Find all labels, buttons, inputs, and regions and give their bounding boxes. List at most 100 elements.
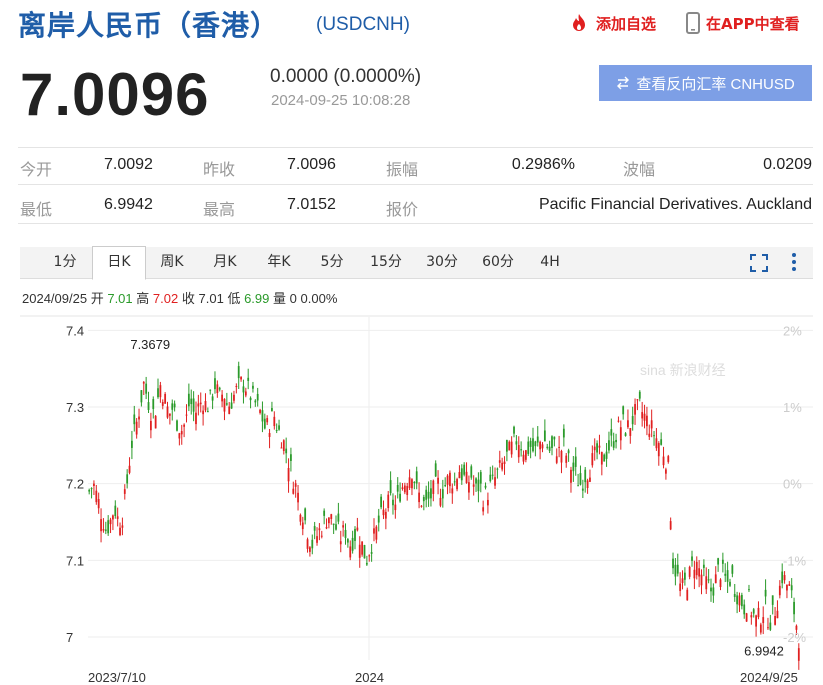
- y-tick-label: 7.2: [66, 477, 84, 492]
- candle-body: [285, 448, 288, 454]
- view-in-app-button[interactable]: 在APP中查看: [686, 12, 800, 34]
- candle-body: [370, 552, 373, 554]
- tab-weekly[interactable]: 周K: [148, 247, 196, 278]
- tab-30min[interactable]: 30分: [416, 247, 468, 278]
- candle-body: [458, 472, 461, 479]
- add-favorite-button[interactable]: 添加自选: [568, 12, 656, 34]
- ohlc-date: 2024/09/25: [22, 291, 88, 306]
- candle-body: [636, 399, 639, 401]
- candle-body: [185, 414, 188, 416]
- fullscreen-icon[interactable]: [750, 254, 768, 272]
- candle-body: [145, 383, 148, 394]
- candle-body: [586, 480, 589, 488]
- y-tick-pct-label: -1%: [783, 553, 807, 568]
- flame-icon: [573, 14, 585, 31]
- tab-15min[interactable]: 15分: [360, 247, 412, 278]
- candle-body: [655, 438, 658, 449]
- candle-body: [164, 393, 167, 404]
- reverse-rate-button[interactable]: 查看反向汇率 CNHUSD: [599, 65, 812, 101]
- candlestick-chart[interactable]: sina 新浪财经 7.4 2% 7.3 1% 7.2 0% 7.1 -1% 7 -2% 7.367…: [0, 315, 823, 685]
- tab-4h[interactable]: 4H: [528, 247, 572, 278]
- candle-body: [380, 496, 383, 508]
- open-label: 今开: [20, 160, 53, 179]
- candle-body: [242, 386, 245, 393]
- candle-body: [214, 378, 216, 390]
- candle-body: [527, 441, 530, 454]
- tab-1min[interactable]: 1分: [42, 247, 88, 278]
- candle-body: [287, 467, 290, 482]
- candle-body: [653, 435, 655, 437]
- candle-body: [505, 440, 508, 452]
- candle-body: [382, 509, 385, 516]
- ohlc-high: 7.02: [152, 291, 179, 306]
- candle-body: [667, 456, 670, 462]
- tab-monthly[interactable]: 月K: [200, 247, 250, 278]
- candle-body: [463, 464, 466, 475]
- candle-body: [781, 571, 784, 584]
- tab-5min[interactable]: 5分: [308, 247, 356, 278]
- candle-body: [180, 431, 183, 435]
- candle-body: [420, 505, 423, 507]
- candle-body: [681, 578, 684, 583]
- tab-yearly[interactable]: 年K: [254, 247, 304, 278]
- candle-body: [491, 474, 494, 476]
- candle-body: [560, 450, 563, 463]
- high-label: 最高: [203, 200, 236, 219]
- candle-body: [591, 453, 594, 466]
- candle-body: [235, 385, 238, 387]
- candle-body: [529, 440, 532, 447]
- candle-body: [268, 432, 271, 437]
- candle-body: [152, 399, 155, 409]
- x-tick-label: 2024/9/25: [740, 670, 798, 685]
- candle-body: [271, 408, 273, 412]
- candle-body: [472, 484, 475, 487]
- candle-body: [346, 539, 349, 543]
- candle-body: [339, 541, 342, 545]
- candle-body: [584, 469, 587, 483]
- open-value: 7.0092: [104, 156, 153, 173]
- candle-body: [456, 479, 458, 490]
- candle-body: [266, 418, 269, 423]
- low-label: 最低: [20, 200, 53, 219]
- candle-body: [660, 439, 663, 445]
- candle-body: [769, 622, 772, 630]
- candle-body: [489, 474, 492, 482]
- candle-body: [650, 420, 653, 429]
- candle-body: [114, 505, 117, 517]
- price-change: 0.0000 (0.0000%): [270, 66, 422, 87]
- candle-body: [183, 424, 186, 427]
- candle-body: [418, 492, 420, 503]
- divider: [18, 223, 813, 224]
- candle-body: [373, 528, 375, 534]
- candle-body: [729, 581, 731, 586]
- candle-body: [320, 535, 323, 537]
- candle-body: [558, 446, 561, 448]
- y-tick-label: 7.4: [66, 323, 84, 338]
- candle-body: [624, 433, 627, 436]
- candle-body: [562, 428, 565, 438]
- candle-body: [218, 387, 221, 390]
- add-favorite-label: 添加自选: [596, 14, 657, 33]
- candle-body: [394, 504, 397, 511]
- candle-body: [159, 385, 162, 398]
- candle-body: [581, 488, 584, 491]
- candle-body: [161, 402, 164, 406]
- candle-body: [344, 529, 347, 538]
- candle-body: [304, 508, 307, 521]
- candle-body: [513, 426, 515, 434]
- candle-body: [278, 425, 280, 430]
- candle-body: [138, 416, 140, 420]
- tab-daily[interactable]: 日K: [92, 246, 146, 280]
- more-options-icon[interactable]: [789, 252, 799, 272]
- candle-body: [603, 454, 606, 462]
- candle-body: [299, 514, 302, 522]
- candle-body: [698, 568, 701, 577]
- candle-body: [534, 441, 537, 447]
- candle-body: [657, 443, 660, 457]
- candle-body: [244, 391, 247, 396]
- candle-body: [669, 521, 672, 530]
- ohlc-open: 7.01: [107, 291, 133, 306]
- candle-body: [128, 465, 131, 473]
- tab-60min[interactable]: 60分: [472, 247, 524, 278]
- candle-body: [487, 499, 489, 506]
